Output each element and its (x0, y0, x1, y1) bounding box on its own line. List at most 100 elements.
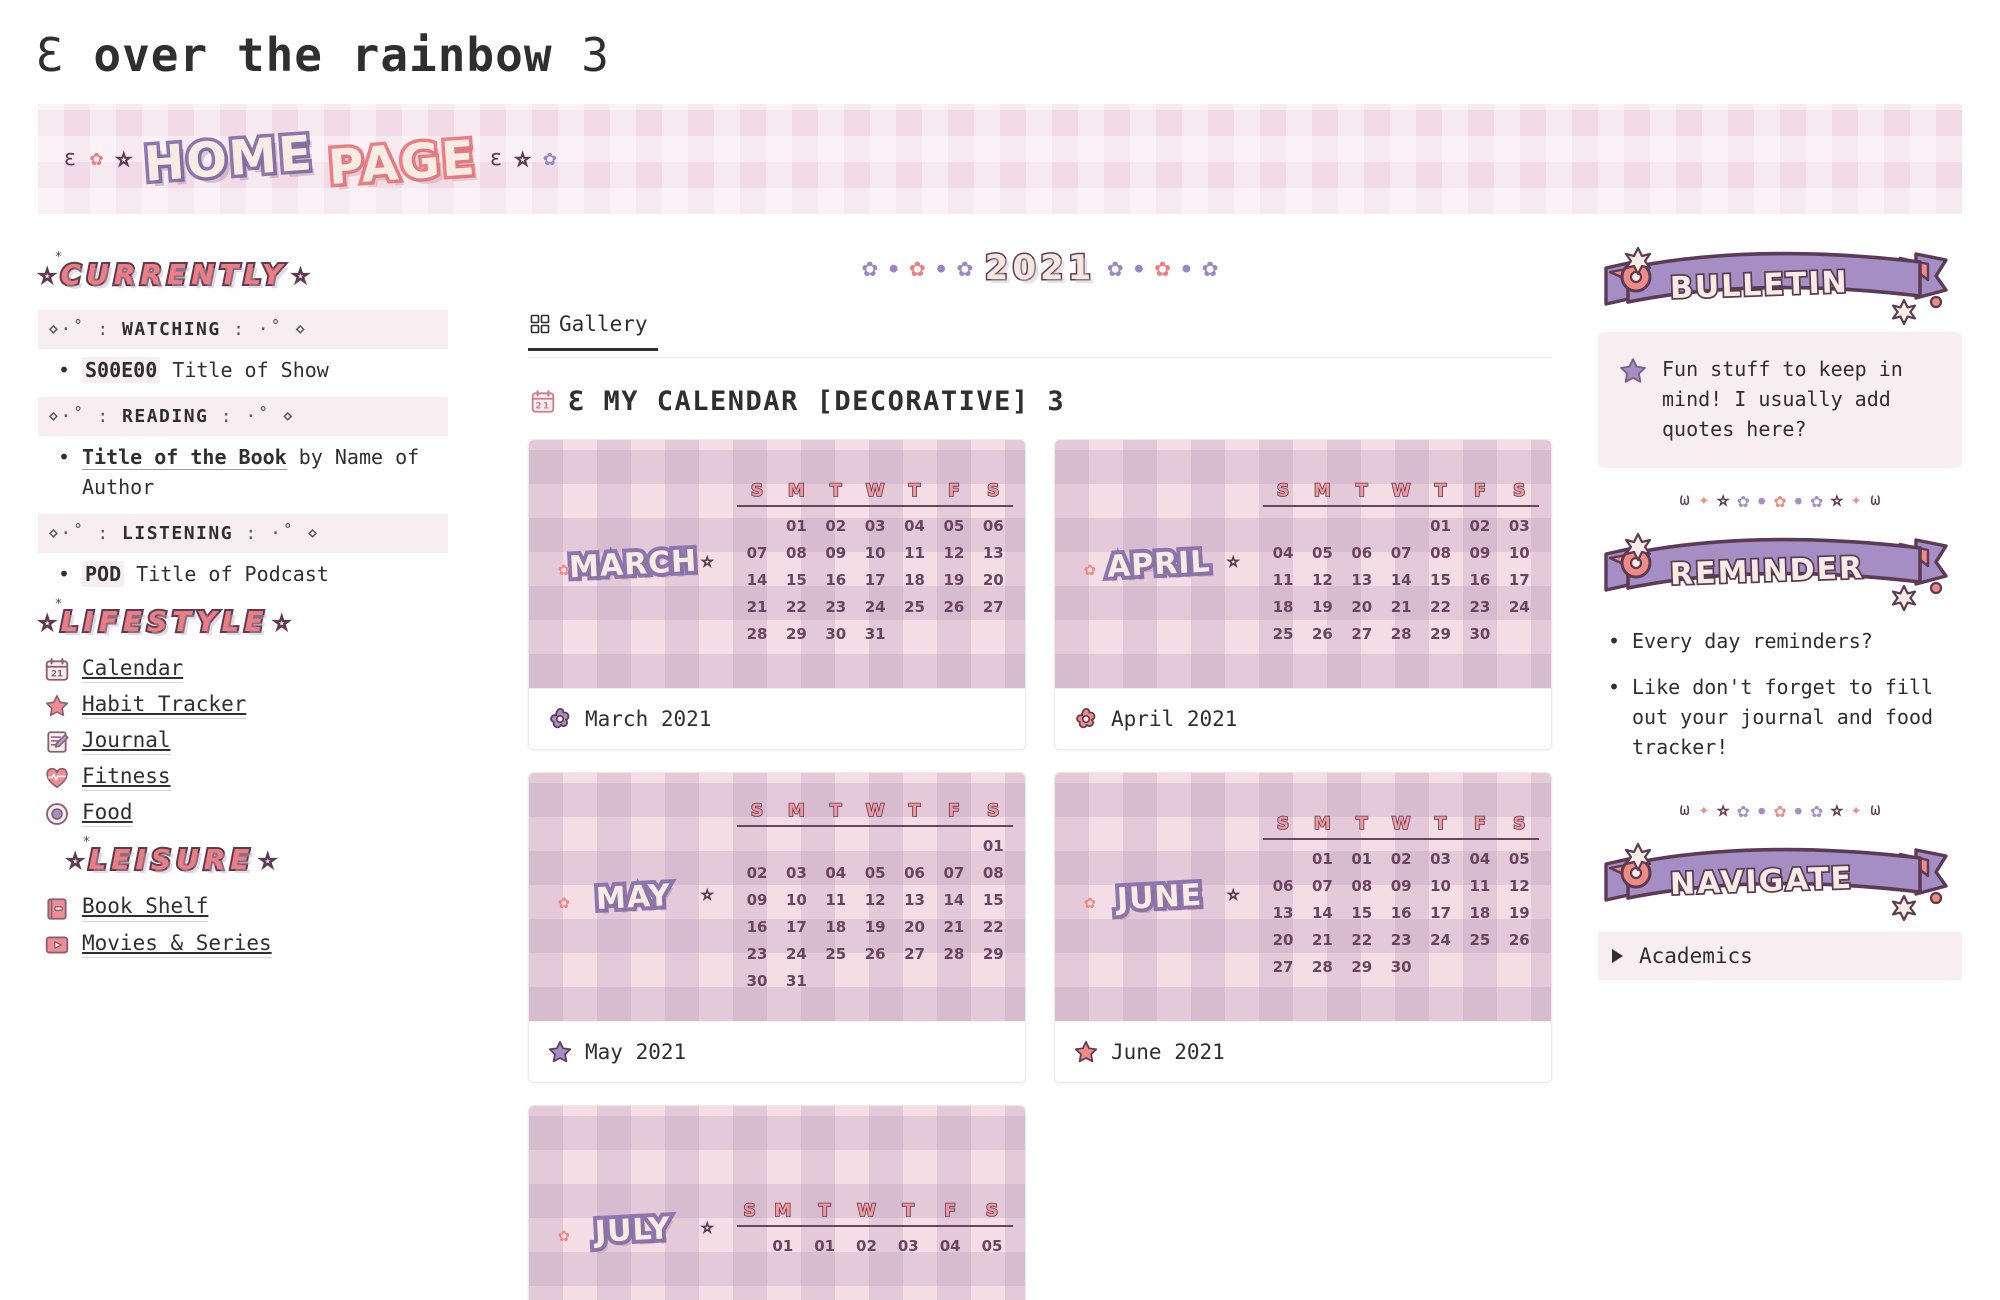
calendar-card[interactable]: MAY ✿ ★ S M T W T F S 01 02 03 04 05 06 07 08 09 10 11 12 13 14… (528, 772, 1026, 1083)
calendar-card[interactable]: APRIL ✿ ★ S M T W T F S 01 02 03 04 05 06 07 08 09 10 11 12 13… (1054, 439, 1552, 750)
weekday-header: M (1313, 813, 1332, 835)
calendar-day-cell (737, 826, 776, 859)
sidebar-item-label: Journal (82, 729, 171, 756)
calendar-day-cell: 16 (1390, 904, 1412, 922)
sidebar-item-food[interactable]: Food (44, 801, 448, 828)
calendar-day-cell: 25 (1272, 625, 1294, 643)
dot-icon: ● (889, 260, 898, 276)
month-badge: APRIL ✿ ★ (1055, 540, 1263, 588)
calendar-day-cell: 18 (825, 917, 847, 936)
calendar-day-cell: 21 (943, 917, 965, 936)
calendar-day-cell: 01 (982, 836, 1004, 855)
flower-purple-icon-3: ✿ (1107, 253, 1123, 283)
star-icon-3: ★ (1717, 799, 1729, 820)
calendar-card-image: MARCH ✿ ★ S M T W T F S 01 02 03 04 05 06 07 08 09 10 11 12 13… (529, 440, 1025, 688)
list-listening: POD Title of Podcast (48, 559, 448, 589)
calendar-day-cell: 02 (1469, 517, 1491, 535)
weekday-header: M (774, 1200, 793, 1222)
calendar-day-cell: 24 (785, 944, 807, 963)
tab-gallery-label: Gallery (559, 312, 648, 336)
calendar-card-caption-text: March 2021 (585, 707, 712, 731)
calendar-day-cell: 05 (1508, 850, 1530, 868)
sidebar-item-label: Fitness (82, 765, 171, 792)
sidebar-item-habit-tracker[interactable]: Habit Tracker (44, 693, 448, 720)
list-item: S00E00 Title of Show (48, 355, 448, 385)
calendar-day-cell: 12 (864, 890, 886, 909)
sublabel-reading: ⋄·˚ : READING : ·˚ ⋄ (38, 397, 448, 436)
calendar-card-image: MAY ✿ ★ S M T W T F S 01 02 03 04 05 06 07 08 09 10 11 12 13 14… (529, 773, 1025, 1021)
calendar-card-caption[interactable]: June 2021 (1055, 1021, 1551, 1082)
dot-icon-2: ● (1795, 493, 1802, 507)
weekday-header: W (856, 1200, 876, 1222)
weekday-header: S (1512, 480, 1526, 502)
calendar-card[interactable]: JULY ✿ ★ S M T W T F S 01 01 02 03 04 05 (528, 1105, 1026, 1300)
calendar-card-caption[interactable]: May 2021 (529, 1021, 1025, 1082)
show-title: Title of Show (172, 358, 329, 382)
brace-open: Ɛ (36, 28, 65, 82)
calendar-day-cell: 04 (939, 1237, 961, 1255)
calendar-day-cell: 04 (1272, 544, 1294, 562)
calendar-day-cell: 17 (864, 571, 886, 589)
calendar-day-cell: 04 (1469, 850, 1491, 868)
calendar-week-row: 01 02 03 04 05 06 (737, 506, 1013, 539)
month-badge: JUNE ✿ ★ (1055, 873, 1263, 920)
calendar-day-cell: 15 (785, 571, 807, 589)
calendar-day-cell: 11 (825, 890, 847, 909)
flower-pink-icon-2: ✿ (1154, 253, 1171, 283)
triangle-right-icon[interactable] (1612, 949, 1623, 963)
month-badge: MAY ✿ ★ (529, 874, 737, 921)
calendar-day-cell: 14 (1390, 571, 1412, 589)
calendar-day-cell: 05 (981, 1237, 1003, 1255)
month-word: JULY (590, 1207, 675, 1254)
omega-deco-icon: ω (1679, 490, 1690, 510)
weekday-header: F (947, 800, 960, 822)
star-deco-icon-5: ★ * (67, 835, 91, 874)
calendar-day-cell: 09 (746, 890, 768, 909)
reminder-list: Every day reminders? Like don't forget t… (1602, 626, 1962, 762)
weekday-header: T (1355, 813, 1368, 835)
list-item: Title of the Book by Name of Author (48, 442, 448, 502)
year-label: 2021 (983, 247, 1096, 290)
book-title[interactable]: Title of the Book (82, 445, 287, 470)
calendar-day-cell: 30 (746, 971, 768, 990)
calendar-day-cell (1381, 506, 1420, 539)
calendar-day-cell: 04 (825, 863, 847, 882)
weekday-header: W (865, 800, 885, 822)
flower-pink-icon: ✿ (909, 253, 926, 283)
sidebar-item-book-shelf[interactable]: Book Shelf (44, 895, 448, 922)
calendar-card-caption-text: May 2021 (585, 1040, 687, 1064)
weekday-header: T (908, 480, 921, 502)
calendar-day-cell: 25 (825, 944, 847, 963)
cover-banner[interactable]: ε ✿ ★ HOME PAGE ε ★ ✿ (38, 104, 1962, 214)
section-title-text: Ɛ MY CALENDAR [DECORATIVE] 3 (568, 386, 1066, 417)
calendar-day-cell: 08 (1351, 877, 1373, 895)
flower-pink-icon: ✿ (558, 1224, 570, 1247)
calendar-day-cell (1263, 506, 1302, 539)
calendar-card-caption[interactable]: April 2021 (1055, 688, 1551, 749)
sidebar-item-calendar[interactable]: 21 Calendar (44, 656, 448, 684)
sidebar-item-movies-series[interactable]: Movies & Series (44, 931, 448, 958)
flower-purple-icon-4: ✿ (1810, 798, 1823, 822)
sidebar-item-fitness[interactable]: Fitness (44, 765, 448, 792)
calendar-icon: 21 (531, 389, 555, 413)
calendar-day-cell: 02 (746, 863, 768, 882)
star-icon: ★ (701, 1216, 713, 1238)
calendar-day-cell: 17 (1508, 571, 1530, 589)
calendar-day-cell: 31 (864, 625, 886, 643)
calendar-card-caption[interactable]: March 2021 (529, 688, 1025, 749)
calendar-card[interactable]: MARCH ✿ ★ S M T W T F S 01 02 03 04 05 06 07 08 09 10 11 12 13… (528, 439, 1026, 750)
calendar-day-cell: 10 (785, 890, 807, 909)
star-icon: ★ (1227, 883, 1239, 905)
sidebar-item-journal[interactable]: Journal (44, 729, 448, 756)
weekday-header: S (743, 1200, 757, 1222)
tab-gallery[interactable]: Gallery (528, 312, 658, 351)
calendar-day-cell: 02 (856, 1237, 877, 1255)
calendar-day-cell (1303, 506, 1342, 539)
calendar-card[interactable]: JUNE ✿ ★ S M T W T F S 01 01 02 03 04 05 06 07 08 09 10 11 12 1… (1054, 772, 1552, 1083)
calendar-day-cell: 26 (864, 944, 886, 963)
weekday-header: M (1313, 480, 1332, 502)
weekday-header: S (750, 480, 764, 502)
calendar-day-cell: 29 (982, 944, 1004, 963)
toggle-academics[interactable]: Academics (1598, 932, 1962, 980)
heading-leisure: ★ * LEISURE ★ (67, 835, 448, 881)
